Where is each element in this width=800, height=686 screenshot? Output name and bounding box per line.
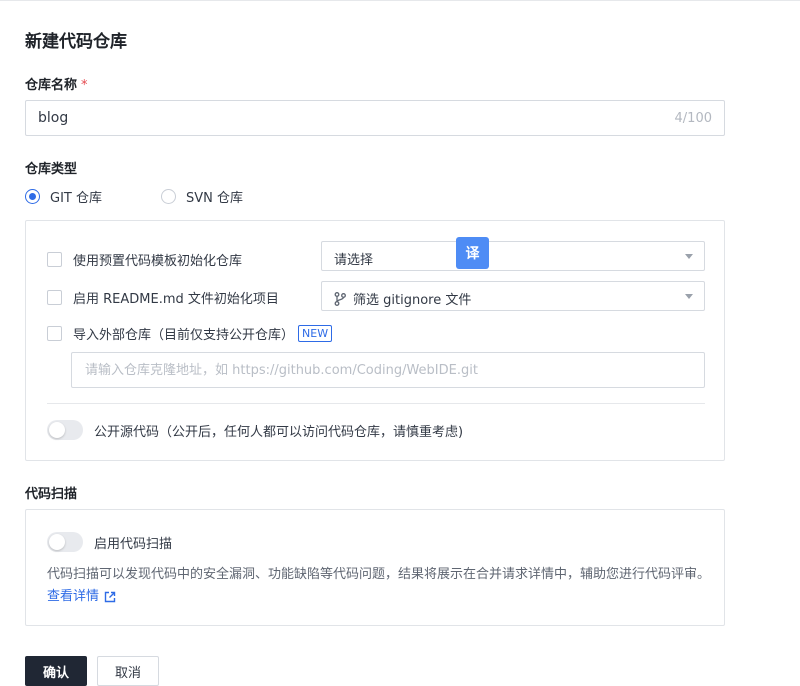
required-mark: * — [81, 78, 88, 93]
view-details-link[interactable]: 查看详情 — [47, 586, 116, 608]
readme-option[interactable]: 启用 README.md 文件初始化项目 — [47, 288, 279, 307]
confirm-button[interactable]: 确认 — [25, 656, 87, 686]
page-title: 新建代码仓库 — [25, 32, 127, 52]
template-checkbox[interactable] — [47, 252, 62, 267]
public-option[interactable]: 公开源代码（公开后，任何人都可以访问代码仓库，请慎重考虑) — [47, 420, 463, 440]
repo-name-counter: 4/100 — [674, 111, 712, 126]
code-scan-toggle[interactable] — [47, 532, 83, 552]
chevron-down-icon — [685, 294, 693, 299]
new-badge: NEW — [298, 325, 333, 342]
git-branch-icon — [334, 291, 346, 306]
import-checkbox[interactable] — [47, 326, 62, 341]
template-label: 使用预置代码模板初始化仓库 — [73, 254, 243, 269]
clone-url-field[interactable] — [71, 352, 705, 388]
readme-checkbox[interactable] — [47, 290, 62, 305]
external-link-icon — [104, 591, 116, 603]
repo-name-label-text: 仓库名称 — [25, 78, 78, 93]
radio-git-label: GIT 仓库 — [50, 191, 102, 206]
cancel-button[interactable]: 取消 — [97, 656, 159, 686]
radio-git-dot[interactable] — [25, 189, 40, 204]
import-option[interactable]: 导入外部仓库（目前仅支持公开仓库） NEW — [47, 324, 333, 343]
template-option[interactable]: 使用预置代码模板初始化仓库 — [47, 250, 242, 269]
code-scan-toggle-label: 启用代码扫描 — [94, 536, 173, 552]
repo-type-label: 仓库类型 — [25, 162, 78, 177]
radio-svn-dot[interactable] — [161, 189, 176, 204]
top-divider — [0, 0, 800, 3]
code-scan-description-text: 代码扫描可以发现代码中的安全漏洞、功能缺陷等代码问题，结果将展示在合并请求详情中… — [47, 567, 711, 582]
code-scan-panel: 启用代码扫描 代码扫描可以发现代码中的安全漏洞、功能缺陷等代码问题，结果将展示在… — [25, 509, 725, 626]
code-scan-option[interactable]: 启用代码扫描 — [47, 532, 172, 552]
code-scan-description: 代码扫描可以发现代码中的安全漏洞、功能缺陷等代码问题，结果将展示在合并请求详情中… — [47, 564, 712, 608]
view-details-label: 查看详情 — [47, 589, 100, 604]
repo-name-value[interactable]: blog — [38, 110, 68, 126]
radio-svn[interactable]: SVN 仓库 — [161, 187, 243, 206]
git-options-panel: 使用预置代码模板初始化仓库 请选择 译 启用 README.md 文件初始化项目… — [25, 220, 725, 461]
public-label: 公开源代码（公开后，任何人都可以访问代码仓库，请慎重考虑) — [94, 424, 464, 440]
template-select[interactable]: 请选择 — [321, 241, 705, 271]
radio-svn-label: SVN 仓库 — [186, 191, 244, 206]
import-label: 导入外部仓库（目前仅支持公开仓库） — [73, 328, 295, 343]
repo-name-label: 仓库名称 * — [25, 74, 88, 93]
template-select-value: 请选择 — [334, 253, 374, 268]
clone-url-input[interactable] — [72, 353, 704, 387]
divider — [47, 403, 705, 404]
chevron-down-icon — [685, 254, 693, 259]
public-toggle[interactable] — [47, 420, 83, 440]
gitignore-select-value: 筛选 gitignore 文件 — [353, 293, 472, 308]
readme-label: 启用 README.md 文件初始化项目 — [73, 292, 279, 307]
translate-button[interactable]: 译 — [456, 237, 489, 269]
gitignore-select[interactable]: 筛选 gitignore 文件 — [321, 281, 705, 311]
repo-name-input[interactable]: blog 4/100 — [25, 100, 725, 136]
code-scan-label: 代码扫描 — [25, 487, 78, 502]
radio-git[interactable]: GIT 仓库 — [25, 187, 102, 206]
